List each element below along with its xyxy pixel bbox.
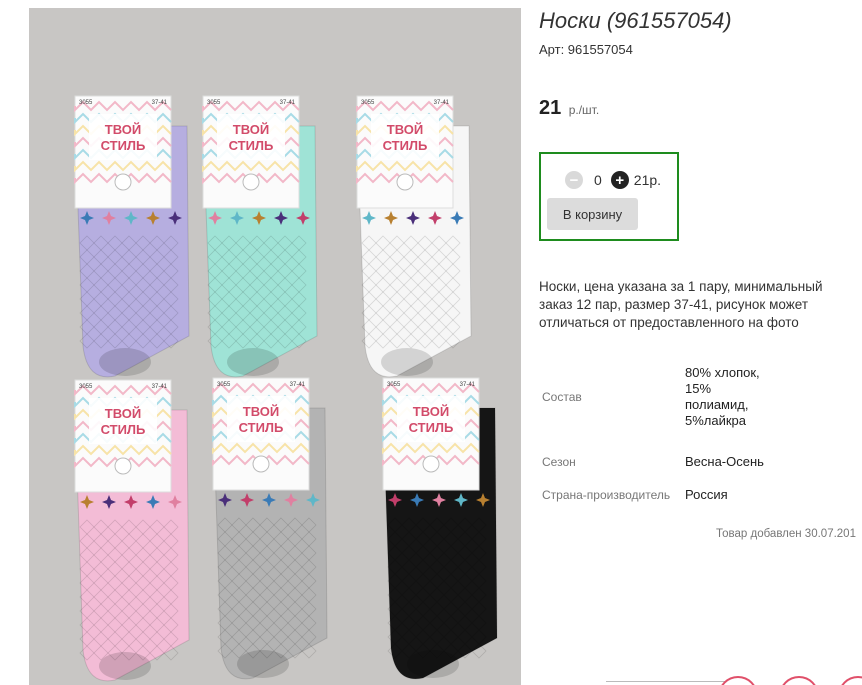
product-info: Носки (961557054) Арт: 961557054 21 р./ш… [539, 0, 862, 685]
sock-heel [237, 650, 289, 678]
sock-pair: ТВОЙСТИЛЬ 3055 37-41 [382, 377, 498, 680]
quantity-stepper: − 0 + 21р. [565, 171, 661, 189]
specs-table: Состав 80% хлопок, 15% полиамид, 5%лайкр… [539, 352, 765, 508]
model-label: 3055 [387, 382, 401, 388]
product-description: Носки, цена указана за 1 пару, минимальн… [539, 279, 823, 330]
spec-value-country: Россия [685, 487, 728, 502]
socks-illustration: ТВОЙСТИЛЬ3055 37-41ТВОЙСТИЛЬ3055 37-41ТВОЙ… [74, 95, 498, 682]
size-label: 37-41 [434, 100, 450, 106]
brand-label: ТВОЙ [105, 406, 141, 421]
sock-heel [407, 650, 459, 678]
model-label: 3055 [79, 384, 93, 390]
spec-row: Сезон Весна-Осень [539, 442, 765, 482]
spec-label-composition: Состав [542, 390, 582, 404]
divider [606, 681, 726, 682]
spec-label-season: Сезон [542, 455, 576, 469]
model-label: 3055 [361, 100, 375, 106]
decrease-quantity-button[interactable]: − [565, 171, 583, 189]
product-article: Арт: 961557054 [539, 42, 633, 57]
order-box: − 0 + 21р. В корзину [539, 152, 679, 241]
model-label: 3055 [217, 382, 231, 388]
brand-label: ТВОЙ [387, 122, 423, 137]
brand-label: ТВОЙ [233, 122, 269, 137]
size-label: 37-41 [280, 100, 296, 106]
spec-row: Состав 80% хлопок, 15% полиамид, 5%лайкр… [539, 352, 765, 442]
sock-pair: ТВОЙСТИЛЬ 3055 37-41 [202, 95, 318, 378]
brand-label: ТВОЙ [413, 404, 449, 419]
brand-label: ТВОЙ [105, 122, 141, 137]
size-label: 37-41 [460, 382, 476, 388]
price-unit: р./шт. [568, 103, 600, 117]
product-page: ТВОЙ СТИЛЬ 3055 37-41 ТВОЙ СТИЛЬ 3055 37-41 ТВОЙ… [0, 0, 862, 685]
size-label: 37-41 [152, 384, 168, 390]
brand-label: СТИЛЬ [409, 420, 454, 435]
spec-value-season: Весна-Осень [685, 454, 764, 469]
logo-icon [114, 457, 132, 475]
brand-label: СТИЛЬ [229, 138, 274, 153]
product-photo[interactable]: ТВОЙ СТИЛЬ 3055 37-41 ТВОЙ СТИЛЬ 3055 37-41 ТВОЙ… [29, 8, 521, 685]
increase-quantity-button[interactable]: + [610, 171, 629, 189]
brand-label: ТВОЙ [243, 404, 279, 419]
sock-heel [99, 652, 151, 680]
sock-heel [227, 348, 279, 376]
spec-value-composition: 80% хлопок, 15% полиамид, 5%лайкра [685, 365, 760, 428]
size-label: 37-41 [290, 382, 306, 388]
logo-icon [396, 173, 414, 191]
logo-icon [252, 455, 270, 473]
brand-label: СТИЛЬ [239, 420, 284, 435]
sock-pair: ТВОЙСТИЛЬ 3055 37-41 [74, 379, 190, 682]
product-price: 21 р./шт. [539, 97, 599, 120]
brand-label: СТИЛЬ [101, 138, 146, 153]
brand-label: СТИЛЬ [101, 422, 146, 437]
spec-row: Страна-производитель Россия [539, 482, 765, 508]
logo-icon [242, 173, 260, 191]
size-label: 37-41 [152, 100, 168, 106]
model-label: 3055 [207, 100, 221, 106]
add-to-cart-button[interactable]: В корзину [547, 198, 638, 230]
model-label: 3055 [79, 100, 93, 106]
date-added: Товар добавлен 30.07.201 [716, 528, 856, 540]
sock-heel [381, 348, 433, 376]
product-title: Носки (961557054) [539, 8, 732, 33]
logo-icon [422, 455, 440, 473]
sock-pair: ТВОЙСТИЛЬ 3055 37-41 [74, 95, 190, 378]
spec-label-country: Страна-производитель [542, 488, 671, 502]
sock-pair: ТВОЙСТИЛЬ 3055 37-41 [212, 377, 328, 680]
sock-pair: ТВОЙСТИЛЬ 3055 37-41 [356, 95, 472, 378]
sock-heel [99, 348, 151, 376]
quantity-value: 0 [594, 172, 602, 188]
brand-label: СТИЛЬ [383, 138, 428, 153]
logo-icon [114, 173, 132, 191]
price-value: 21 [539, 97, 562, 119]
line-sum: 21р. [633, 172, 662, 188]
